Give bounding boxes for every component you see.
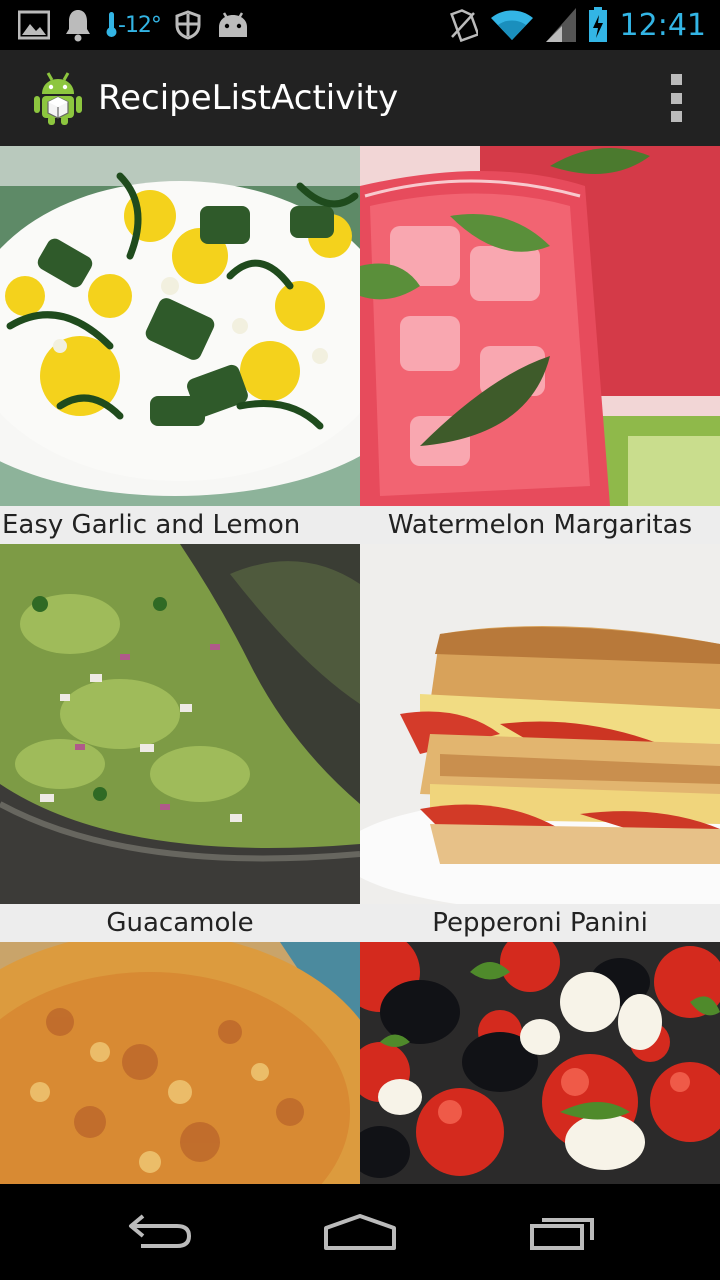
shield-icon: [175, 10, 201, 40]
weather-widget: -12°: [106, 10, 162, 40]
recipe-card[interactable]: Easy Garlic and Lemon: [0, 146, 360, 544]
home-button[interactable]: [320, 1208, 400, 1256]
thermometer-icon: [106, 12, 117, 37]
image-notification-icon: [18, 10, 50, 40]
recent-apps-icon: [530, 1218, 594, 1250]
status-bar: -12° 12:41: [0, 0, 720, 50]
signal-icon: [545, 8, 576, 42]
recipe-photo-caprese-salad: [360, 942, 720, 1184]
recipe-card[interactable]: Watermelon Margaritas: [360, 146, 720, 544]
recipe-card[interactable]: [360, 942, 720, 1184]
overflow-menu-icon: [670, 74, 682, 85]
no-sim-icon: [448, 7, 478, 43]
recipe-card[interactable]: Guacamole: [0, 544, 360, 942]
status-clock: 12:41: [619, 7, 706, 43]
recipe-photo-golden-flatbread: [0, 942, 360, 1184]
android-notification-icon: [215, 11, 251, 39]
recipe-title: Guacamole: [0, 904, 360, 942]
recipe-card[interactable]: Pepperoni Panini: [360, 544, 720, 942]
wifi-icon: [490, 8, 534, 42]
action-bar: RecipeListActivity: [0, 50, 720, 147]
recipe-title: Easy Garlic and Lemon: [0, 506, 360, 544]
recipe-photo-pepperoni-panini: [360, 544, 720, 904]
home-icon: [324, 1214, 396, 1250]
bell-icon: [64, 8, 92, 42]
recipe-title: Pepperoni Panini: [360, 904, 720, 942]
back-icon: [129, 1214, 192, 1248]
recipe-photo-zucchini-salad: [0, 146, 360, 506]
app-title: RecipeListActivity: [98, 78, 399, 118]
recipe-grid[interactable]: Easy Garlic and Lemon Watermelon Margari…: [0, 146, 720, 1184]
recipe-card[interactable]: [0, 942, 360, 1184]
battery-charging-icon: [588, 7, 608, 43]
overflow-menu-button[interactable]: [662, 74, 690, 122]
recent-apps-button[interactable]: [522, 1208, 602, 1256]
temperature-text: -12°: [118, 12, 162, 38]
back-button[interactable]: [120, 1208, 200, 1256]
recipe-photo-pink-drink: [360, 146, 720, 506]
recipe-photo-guacamole: [0, 544, 360, 904]
navigation-bar: [0, 1184, 720, 1280]
recipe-title: Watermelon Margaritas: [360, 506, 720, 544]
android-app-icon[interactable]: [30, 70, 86, 126]
